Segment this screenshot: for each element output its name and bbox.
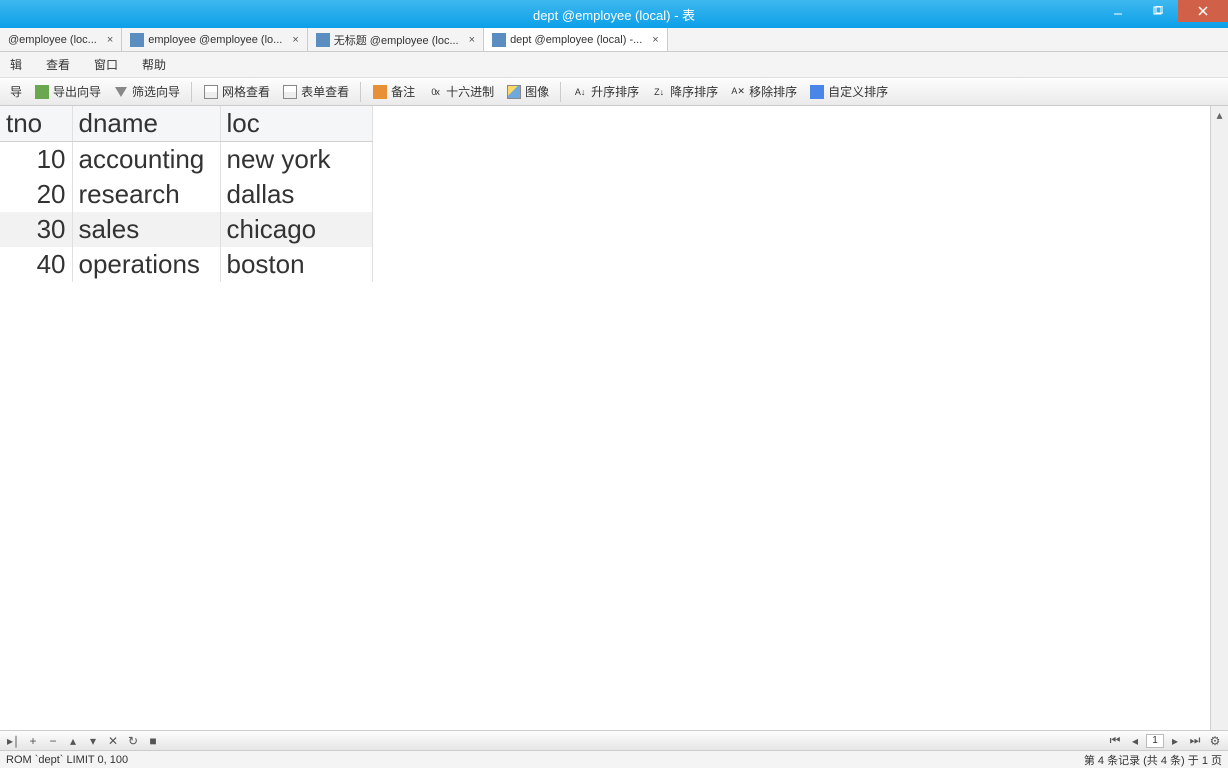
- next-page-button[interactable]: ▸: [1166, 733, 1184, 749]
- cell-dname[interactable]: accounting: [72, 142, 220, 178]
- close-icon[interactable]: ×: [107, 34, 113, 46]
- cell-tno[interactable]: 30: [0, 212, 72, 247]
- cell-loc[interactable]: dallas: [220, 177, 372, 212]
- titlebar: dept @employee (local) - 表: [0, 0, 1228, 28]
- down-record-button[interactable]: ▾: [84, 733, 102, 749]
- col-loc[interactable]: loc: [220, 106, 372, 142]
- content-area: tno dname loc 10 accounting new york 20 …: [0, 106, 1228, 730]
- first-record-button[interactable]: ▸∣: [4, 733, 22, 749]
- image-button[interactable]: 图像: [500, 81, 555, 103]
- page-number: 1: [1146, 734, 1164, 748]
- menu-help[interactable]: 帮助: [138, 54, 180, 75]
- minimize-button[interactable]: [1098, 0, 1138, 22]
- table-icon: [316, 33, 330, 47]
- refresh-button[interactable]: ↻: [124, 733, 142, 749]
- first-page-button[interactable]: ⏮: [1106, 733, 1124, 749]
- vertical-scrollbar[interactable]: ▴: [1210, 106, 1228, 730]
- table-icon: [492, 33, 506, 47]
- cell-tno[interactable]: 40: [0, 247, 72, 282]
- up-record-button[interactable]: ▴: [64, 733, 82, 749]
- prev-page-button[interactable]: ◂: [1126, 733, 1144, 749]
- header-row: tno dname loc: [0, 106, 372, 142]
- close-icon[interactable]: ×: [652, 34, 658, 46]
- toolbar: 导 导出向导 筛选向导 网格查看 表单查看 备注 0x十六进制 图像 A↓升序排…: [0, 78, 1228, 106]
- export-wizard-button[interactable]: 导出向导: [28, 81, 107, 103]
- wizard-button[interactable]: 导: [4, 81, 28, 103]
- tab-dept[interactable]: dept @employee (local) -... ×: [484, 28, 668, 51]
- statusbar: ROM `dept` LIMIT 0, 100 第 4 条记录 (共 4 条) …: [0, 750, 1228, 768]
- tabs-bar: @employee (loc... × employee @employee (…: [0, 28, 1228, 52]
- status-info: 第 4 条记录 (共 4 条) 于 1 页: [1084, 752, 1222, 768]
- sort-asc-button[interactable]: A↓升序排序: [566, 81, 645, 103]
- cell-loc[interactable]: boston: [220, 247, 372, 282]
- maximize-button[interactable]: [1138, 0, 1178, 22]
- last-page-button[interactable]: ⏭: [1186, 733, 1204, 749]
- window-title: dept @employee (local) - 表: [533, 5, 695, 24]
- col-dname[interactable]: dname: [72, 106, 220, 142]
- image-icon: [506, 84, 522, 100]
- cancel-button[interactable]: ✕: [104, 733, 122, 749]
- cell-dname[interactable]: sales: [72, 212, 220, 247]
- cell-loc[interactable]: chicago: [220, 212, 372, 247]
- separator: [560, 82, 561, 102]
- table-row[interactable]: 10 accounting new york: [0, 142, 372, 178]
- menu-edit[interactable]: 辑: [6, 54, 36, 75]
- data-grid[interactable]: tno dname loc 10 accounting new york 20 …: [0, 106, 1210, 730]
- note-icon: [372, 84, 388, 100]
- custom-sort-button[interactable]: 自定义排序: [803, 81, 894, 103]
- sort-asc-icon: A↓: [572, 84, 588, 100]
- tab-employee-0[interactable]: @employee (loc... ×: [0, 28, 122, 51]
- remark-button[interactable]: 备注: [366, 81, 421, 103]
- delete-record-button[interactable]: −: [44, 733, 62, 749]
- close-icon[interactable]: ×: [292, 34, 298, 46]
- status-sql: ROM `dept` LIMIT 0, 100: [6, 754, 128, 766]
- custom-sort-icon: [809, 84, 825, 100]
- table-icon: [130, 33, 144, 47]
- window-controls: [1098, 0, 1228, 22]
- record-navbar: ▸∣ + − ▴ ▾ ✕ ↻ ■ ⏮ ◂ 1 ▸ ⏭ ⚙: [0, 730, 1228, 750]
- hex-icon: 0x: [427, 84, 443, 100]
- cell-dname[interactable]: operations: [72, 247, 220, 282]
- grid-view-button[interactable]: 网格查看: [197, 81, 276, 103]
- filter-wizard-button[interactable]: 筛选向导: [107, 81, 186, 103]
- add-record-button[interactable]: +: [24, 733, 42, 749]
- hex-button[interactable]: 0x十六进制: [421, 81, 500, 103]
- menubar: 辑 查看 窗口 帮助: [0, 52, 1228, 78]
- data-table: tno dname loc 10 accounting new york 20 …: [0, 106, 373, 282]
- stop-button[interactable]: ■: [144, 733, 162, 749]
- menu-window[interactable]: 窗口: [90, 54, 132, 75]
- separator: [360, 82, 361, 102]
- table-row[interactable]: 30 sales chicago: [0, 212, 372, 247]
- settings-button[interactable]: ⚙: [1206, 733, 1224, 749]
- form-view-button[interactable]: 表单查看: [276, 81, 355, 103]
- cell-loc[interactable]: new york: [220, 142, 372, 178]
- separator: [191, 82, 192, 102]
- menu-view[interactable]: 查看: [42, 54, 84, 75]
- cell-dname[interactable]: research: [72, 177, 220, 212]
- table-row[interactable]: 40 operations boston: [0, 247, 372, 282]
- form-icon: [282, 84, 298, 100]
- remove-sort-icon: A✕: [730, 84, 746, 100]
- tab-untitled[interactable]: 无标题 @employee (loc... ×: [308, 28, 484, 51]
- filter-icon: [113, 84, 129, 100]
- close-button[interactable]: [1178, 0, 1228, 22]
- table-row[interactable]: 20 research dallas: [0, 177, 372, 212]
- col-tno[interactable]: tno: [0, 106, 72, 142]
- grid-icon: [203, 84, 219, 100]
- sort-desc-button[interactable]: Z↓降序排序: [645, 81, 724, 103]
- remove-sort-button[interactable]: A✕移除排序: [724, 81, 803, 103]
- close-icon[interactable]: ×: [469, 34, 475, 46]
- cell-tno[interactable]: 20: [0, 177, 72, 212]
- sort-desc-icon: Z↓: [651, 84, 667, 100]
- scroll-up-icon[interactable]: ▴: [1211, 106, 1228, 124]
- tab-employee-1[interactable]: employee @employee (lo... ×: [122, 28, 308, 51]
- cell-tno[interactable]: 10: [0, 142, 72, 178]
